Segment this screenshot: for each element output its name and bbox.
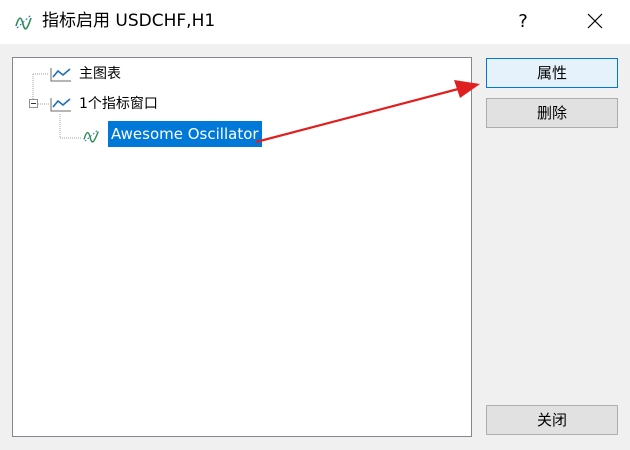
- chart-line-icon: [50, 68, 71, 82]
- delete-button[interactable]: 删除: [486, 98, 618, 128]
- properties-button[interactable]: 属性: [486, 58, 618, 88]
- close-button[interactable]: 关闭: [486, 405, 618, 435]
- help-button[interactable]: ?: [500, 0, 546, 44]
- tree-connector-lines: [32, 73, 81, 139]
- tree-node-awesome-oscillator[interactable]: Awesome Oscillator: [108, 121, 262, 147]
- close-window-button[interactable]: [570, 0, 620, 44]
- title-bar: 指标启用 USDCHF,H1 ?: [0, 0, 630, 44]
- chart-line-icon: [50, 98, 71, 112]
- collapse-toggle[interactable]: [29, 99, 38, 108]
- indicator-tree[interactable]: 主图表 1个指标窗口 Awesome Oscillator: [12, 57, 472, 437]
- tree-node-main-chart[interactable]: 主图表: [79, 64, 121, 84]
- window-title: 指标启用 USDCHF,H1: [42, 11, 216, 31]
- tree-node-indicator-window[interactable]: 1个指标窗口: [79, 94, 158, 114]
- indicator-wave-icon: [83, 129, 99, 143]
- indicator-wave-icon: [15, 14, 32, 30]
- indicators-dialog: 指标启用 USDCHF,H1 ? 主图表 1个指标窗口 Awesome Osci…: [0, 0, 630, 450]
- close-icon: [587, 13, 603, 29]
